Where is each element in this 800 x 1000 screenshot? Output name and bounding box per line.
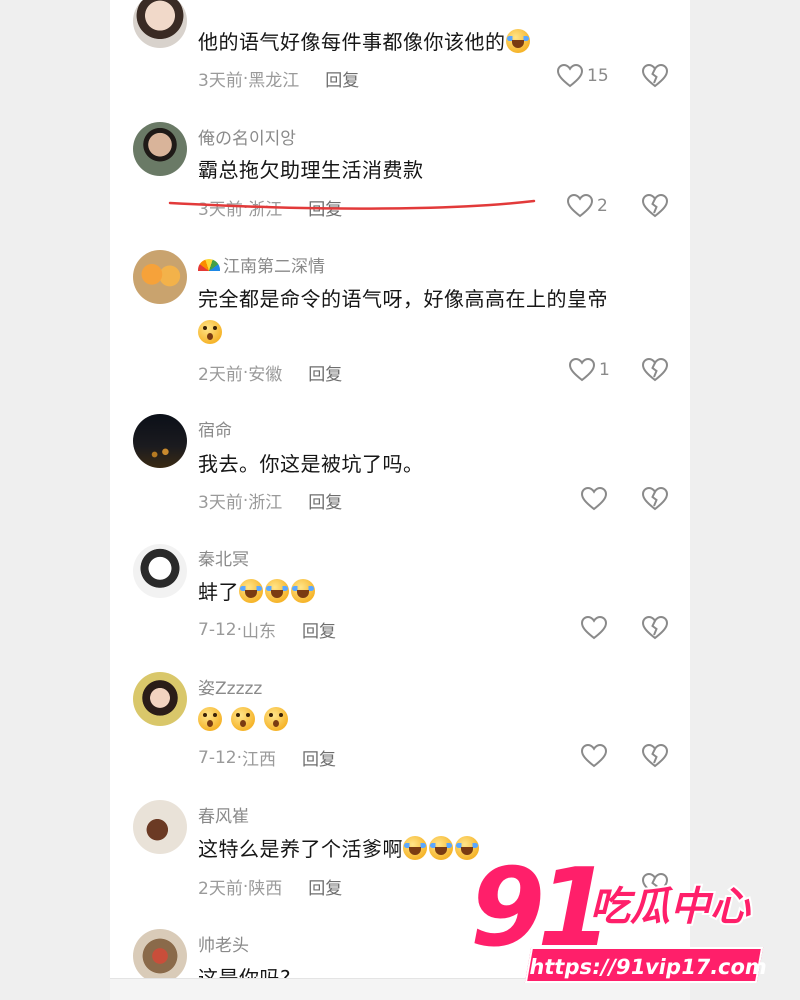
reply-button[interactable]: 回复 [302, 745, 336, 770]
comment-time: 7-12 [198, 747, 237, 768]
comment-location: 黑龙江 [248, 71, 300, 91]
like-count: 2 [597, 196, 608, 216]
reply-button[interactable]: 回复 [325, 66, 359, 91]
like-count: 15 [587, 66, 609, 86]
comment-username[interactable]: 帅老头 [198, 931, 249, 956]
dislike-button[interactable] [641, 193, 669, 222]
avatar[interactable] [133, 544, 187, 598]
comment-time: 7-12 [198, 619, 237, 640]
heart-icon [569, 358, 595, 382]
avatar[interactable] [133, 0, 187, 48]
comment-location: 浙江 [248, 493, 283, 513]
dislike-button[interactable] [641, 486, 669, 515]
shocked-emoji-icon [263, 707, 288, 731]
like-button[interactable]: 2 [567, 194, 608, 218]
avatar[interactable] [133, 122, 187, 176]
watermark-logo: 91 吃瓜中心 https://91vip17.com [467, 852, 800, 995]
comment-meta: 2天前 · 安徽 回复 [198, 360, 342, 386]
comment-location: 安徽 [248, 365, 283, 385]
dislike-button[interactable] [641, 357, 669, 386]
like-button[interactable] [581, 487, 607, 511]
broken-heart-icon [641, 615, 669, 640]
broken-heart-icon [641, 193, 669, 218]
comment-meta: 7-12 · 山东 回复 [198, 617, 336, 643]
comment-location: 山东 [242, 622, 276, 642]
comment-text: 完全都是命令的语气呀，好像高高在上的皇帝 [198, 282, 648, 350]
comment-meta: 3天前 · 浙江 回复 [198, 488, 342, 514]
comment-time: 2天前 [198, 365, 243, 385]
shocked-emoji-icon [198, 320, 222, 344]
comment-username[interactable]: 江南第二深情 [198, 252, 325, 277]
reply-button[interactable]: 回复 [308, 874, 342, 899]
comment-text: 蚌了 [198, 575, 648, 609]
comment-time: 3天前 [198, 200, 243, 220]
comment-location: 浙江 [248, 200, 283, 220]
comment-username[interactable]: 秦北冥 [198, 545, 249, 570]
shocked-emoji-icon [230, 707, 255, 731]
comment-time: 2天前 [198, 879, 243, 899]
heart-icon [567, 194, 593, 218]
like-button[interactable] [581, 744, 607, 768]
comment-location: 陕西 [248, 879, 283, 899]
avatar[interactable] [133, 800, 187, 854]
crying-emoji-icon [265, 579, 289, 603]
broken-heart-icon [641, 357, 669, 382]
comment-text: 他的语气好像每件事都像你该他的 [198, 25, 648, 59]
heart-icon [581, 487, 607, 511]
like-button[interactable]: 1 [569, 358, 610, 382]
comment-time: 3天前 [198, 71, 243, 91]
reply-button[interactable]: 回复 [308, 488, 342, 513]
avatar[interactable] [133, 250, 187, 304]
shocked-emoji-icon [198, 707, 222, 731]
crying-emoji-icon [429, 836, 453, 860]
comment-username[interactable]: 俺の名이지앙 [198, 124, 296, 149]
dislike-button[interactable] [641, 615, 669, 644]
comment-text [198, 703, 648, 737]
dislike-button[interactable] [641, 63, 669, 92]
broken-heart-icon [641, 743, 669, 768]
comment-username[interactable]: 春风崔 [198, 802, 249, 827]
like-button[interactable] [581, 616, 607, 640]
heart-icon [557, 64, 583, 88]
like-button[interactable]: 15 [557, 64, 609, 88]
comment-meta: 3天前 · 浙江 回复 [198, 195, 342, 221]
avatar[interactable] [133, 929, 187, 983]
reply-button[interactable]: 回复 [308, 195, 342, 220]
heart-icon [581, 744, 607, 768]
comment-username[interactable]: 宿命 [198, 416, 232, 441]
reply-button[interactable]: 回复 [302, 617, 336, 642]
rainbow-icon [198, 259, 220, 271]
comment-text: 我去。你这是被坑了吗。 [198, 452, 424, 476]
crying-emoji-icon [403, 836, 427, 860]
avatar[interactable] [133, 414, 187, 468]
broken-heart-icon [641, 63, 669, 88]
crying-emoji-icon [505, 29, 530, 53]
crying-emoji-icon [239, 579, 263, 603]
like-count: 1 [599, 360, 610, 380]
heart-icon [581, 616, 607, 640]
comment-meta: 7-12 · 江西 回复 [198, 745, 336, 771]
watermark-url: https://91vip17.com [524, 947, 769, 983]
broken-heart-icon [641, 486, 669, 511]
comment-time: 3天前 [198, 493, 243, 513]
avatar[interactable] [133, 672, 187, 726]
comment-meta: 2天前 · 陕西 回复 [198, 874, 342, 900]
watermark-name: 吃瓜中心 [588, 884, 752, 930]
dislike-button[interactable] [641, 743, 669, 772]
comment-location: 江西 [242, 750, 276, 770]
crying-emoji-icon [291, 579, 315, 603]
reply-button[interactable]: 回复 [308, 360, 342, 385]
comment-text: 霸总拖欠助理生活消费款 [198, 158, 424, 182]
comment-username[interactable]: 姿Zzzzz [198, 674, 262, 699]
comment-meta: 3天前 · 黑龙江 回复 [198, 66, 359, 92]
